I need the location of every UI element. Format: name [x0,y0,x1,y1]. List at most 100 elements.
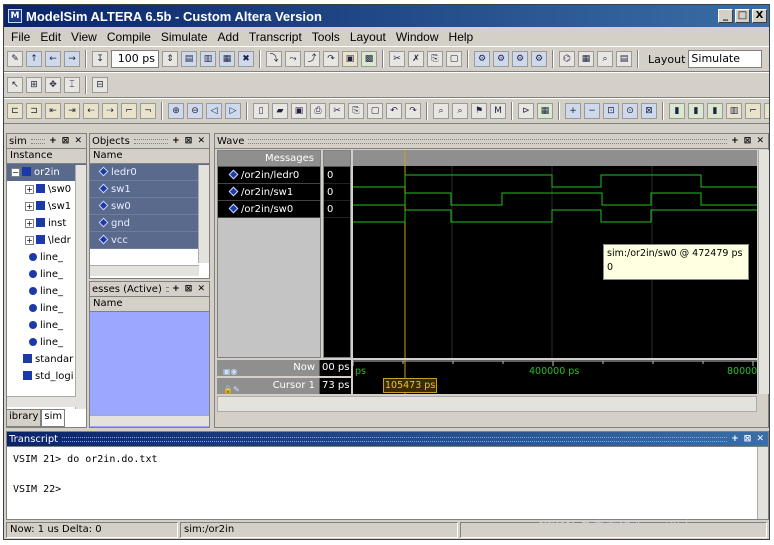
redo-icon[interactable]: ↷ [405,103,421,119]
new-file-icon[interactable]: ▯ [253,103,269,119]
zoom-out-icon[interactable]: − [584,103,600,119]
sim-vertical-scrollbar[interactable] [75,165,86,409]
memory-icon[interactable]: ▦ [578,51,594,67]
pane-grip[interactable] [133,138,169,144]
arrow-right-icon[interactable]: → [64,51,80,67]
save-icon[interactable]: ▣ [291,103,307,119]
grid-icon[interactable]: ▥ [726,103,742,119]
find-signal-icon[interactable]: ⌕ [452,103,468,119]
transcript-vertical-scrollbar[interactable] [757,447,768,519]
copy-icon[interactable]: ⎘ [427,51,443,67]
object-item[interactable]: sw0 [90,198,209,215]
menu-edit[interactable]: Edit [35,30,66,44]
menu-transcript[interactable]: Transcript [244,30,307,44]
pane-grip[interactable] [248,138,728,144]
print-icon[interactable]: ⎙ [310,103,326,119]
arrow-left-icon[interactable]: ← [45,51,61,67]
settings-icon[interactable]: ⚙ [474,51,490,67]
restart-icon[interactable]: ↧ [92,51,108,67]
bookmark-icon[interactable]: ⚑ [471,103,487,119]
layout-select[interactable]: Simulate [688,50,763,68]
continue-run-icon[interactable]: ▥ [200,51,216,67]
name-column-header[interactable]: Name [90,297,209,312]
pane-grip[interactable] [62,436,728,442]
object-item[interactable]: vcc [90,232,209,249]
find-previous-icon[interactable]: ⇤ [45,103,61,119]
expand-icon[interactable]: + [25,185,34,194]
pane-grip[interactable] [30,138,46,144]
zoom-cursor-icon[interactable]: ⊙ [622,103,638,119]
close-button[interactable]: X [752,9,767,23]
tab-library[interactable]: ibrary [6,409,42,427]
menu-simulate[interactable]: Simulate [156,30,213,44]
transcript-title-bar[interactable]: Transcript + ⊠ ✕ [7,432,768,447]
undo-icon[interactable]: ↶ [386,103,402,119]
processes-pane-title-bar[interactable]: esses (Active) + ⊠ ✕ [90,282,209,297]
expand-icon[interactable]: + [25,219,34,228]
cursor-time-label[interactable]: 105473 ps [383,378,438,393]
signal-row[interactable]: /or2in/ledr0 [218,167,320,184]
cursor-next-icon[interactable]: ▷ [225,103,241,119]
object-item[interactable]: sw1 [90,181,209,198]
wave-horizontal-scrollbar[interactable] [217,396,757,412]
sim-pane-title-bar[interactable]: sim + ⊠ ✕ [7,134,86,149]
menu-view[interactable]: View [66,30,102,44]
falling-edge-icon[interactable]: ¬ [140,103,156,119]
wave-style-icon[interactable]: ▮ [707,103,723,119]
modelsim-app-icon[interactable]: M [8,9,22,23]
pan-mode-icon[interactable]: ✥ [45,77,61,93]
menu-compile[interactable]: Compile [102,30,156,44]
simulate-icon[interactable]: ⚙ [512,51,528,67]
run-icon[interactable]: ▤ [181,51,197,67]
pane-controls-icon[interactable]: + ⊠ ✕ [49,136,83,146]
objects-horizontal-scrollbar[interactable] [90,265,199,276]
wave-pane-title-bar[interactable]: Wave + ⊠ ✕ [215,134,768,149]
next-transition-icon[interactable]: ⇢ [102,103,118,119]
paste-icon[interactable]: ▢ [367,103,383,119]
edit-mode-icon[interactable]: ⌶ [64,77,80,93]
compile-icon[interactable]: ✎ [7,51,23,67]
menu-window[interactable]: Window [391,30,444,44]
run-length-spinner-icon[interactable]: ⇕ [162,51,178,67]
expand-icon[interactable]: + [25,236,34,245]
copy-icon[interactable]: ⎘ [348,103,364,119]
pane-grip[interactable] [165,286,169,292]
delete-cursor-icon[interactable]: ⊖ [187,103,203,119]
dataflow-icon[interactable]: ⌬ [559,51,575,67]
wave-vertical-scrollbar[interactable] [758,150,769,394]
break-icon[interactable]: ✖ [238,51,254,67]
transcript-prompt[interactable]: VSIM 22> [7,483,768,497]
previous-transition-icon[interactable]: ⇠ [83,103,99,119]
collapse-icon[interactable]: − [11,168,20,177]
expand-icon[interactable]: + [25,202,34,211]
radix-icon[interactable]: M [490,103,506,119]
paste-icon[interactable]: ▢ [446,51,462,67]
minimize-button[interactable]: _ [718,9,733,23]
zoom-mode-icon[interactable]: ⊞ [26,77,42,93]
performance-icon[interactable]: ▩ [361,51,377,67]
maximize-button[interactable]: □ [735,9,750,23]
pane-controls-icon[interactable]: + ⊠ ✕ [731,136,765,146]
edge-right-icon[interactable]: ⊐ [26,103,42,119]
menu-file[interactable]: File [6,30,35,44]
tab-sim[interactable]: sim [41,409,66,427]
break-sim-icon[interactable]: ⚙ [531,51,547,67]
wave-edit-icon[interactable]: ⊟ [92,77,108,93]
run-length-input[interactable]: 100 ps [111,50,159,68]
select-mode-icon[interactable]: ↖ [7,77,23,93]
processes-horizontal-scrollbar[interactable] [90,415,209,426]
step-over-icon[interactable]: ⤳ [285,51,301,67]
zoom-full-icon[interactable]: ⊡ [603,103,619,119]
cut-icon[interactable]: ✂ [329,103,345,119]
time-axis[interactable]: ps 400000 ps 80000 105473 ps [352,360,757,394]
object-item[interactable]: ledr0 [90,164,209,181]
title-bar[interactable]: M ModelSim ALTERA 6.5b - Custom Altera V… [4,5,769,27]
step-into-icon[interactable]: ↷ [323,51,339,67]
objects-vertical-scrollbar[interactable] [198,165,209,263]
menu-layout[interactable]: Layout [345,30,391,44]
menu-add[interactable]: Add [213,30,244,44]
run-all-icon[interactable]: ▦ [219,51,235,67]
waveform-canvas[interactable]: sim:/or2in/sw0 @ 472479 ps 0 [353,150,757,358]
step-icon[interactable]: ⤵ [266,51,282,67]
wave-style-icon[interactable]: ▮ [669,103,685,119]
